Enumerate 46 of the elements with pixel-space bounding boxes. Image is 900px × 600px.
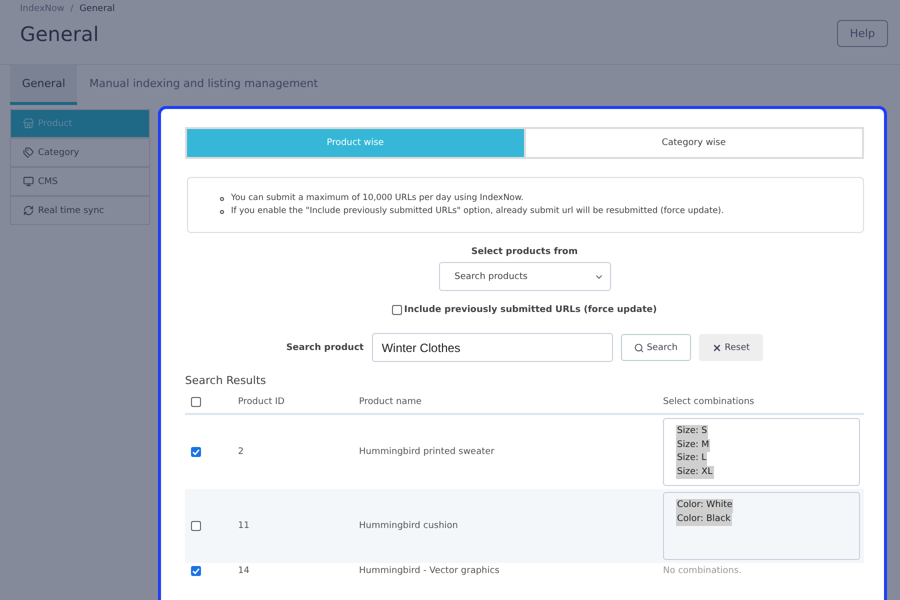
info-note: You can submit a maximum of 10,000 URLs per day using IndexNow. [231, 192, 524, 205]
search-label: Search product [286, 342, 364, 352]
search-button[interactable]: Search [620, 334, 691, 361]
check-icon [192, 567, 200, 575]
row-checkbox[interactable] [191, 447, 201, 457]
include-label: Include previously submitted URLs (force update) [404, 305, 657, 315]
row-checkbox[interactable] [191, 566, 201, 576]
product-source-select[interactable]: Search products [438, 262, 610, 291]
combination-option[interactable]: Size: S [676, 425, 708, 438]
reset-button[interactable]: Reset [698, 334, 763, 361]
check-icon [192, 448, 200, 456]
table-cell-text: 14 [238, 566, 250, 576]
combination-option[interactable]: Size: M [676, 438, 710, 452]
table-cell-text: No combinations. [663, 566, 743, 576]
page-title: General [20, 22, 100, 46]
combination-option[interactable]: Color: White [676, 499, 734, 512]
search-field[interactable]: Winter Clothes [372, 333, 613, 362]
combination-option[interactable]: Color: Black [676, 512, 732, 526]
sync-icon [23, 205, 34, 216]
table-cell-text: 11 [238, 521, 250, 531]
include-checkbox[interactable] [392, 305, 402, 315]
combinations-list[interactable]: Size: S Size: M Size: L Size: XL [663, 418, 860, 486]
column-header: Product name [359, 397, 423, 407]
column-header: Product ID [238, 397, 286, 407]
table-cell-text: Hummingbird cushion [359, 521, 460, 531]
table-cell-text: Hummingbird printed sweater [359, 447, 496, 457]
close-icon [712, 342, 722, 352]
table-cell-text: Hummingbird - Vector graphics [359, 566, 500, 576]
combinations-list[interactable]: Color: White Color: Black [663, 492, 860, 560]
select-label: Select products from [471, 247, 578, 257]
bullet-icon [220, 210, 224, 214]
breadcrumb-separator: / [70, 4, 74, 14]
tags-icon [23, 147, 34, 158]
breadcrumb-item: General [79, 4, 115, 14]
select-all-checkbox[interactable] [191, 397, 201, 407]
combination-option[interactable]: Size: L [676, 452, 708, 466]
bullet-icon [220, 196, 224, 200]
column-header: Select combinations [663, 397, 756, 407]
table-cell-text: 2 [238, 447, 245, 457]
info-note: If you enable the "Include previously submitted URLs" option, already submit url will be resubmitted (force update). [231, 205, 724, 218]
search-icon [634, 342, 644, 352]
monitor-icon [23, 176, 34, 187]
row-checkbox[interactable] [191, 521, 201, 531]
results-title: Search Results [185, 374, 268, 387]
combination-option[interactable]: Size: XL [676, 466, 714, 479]
store-icon [23, 118, 34, 129]
